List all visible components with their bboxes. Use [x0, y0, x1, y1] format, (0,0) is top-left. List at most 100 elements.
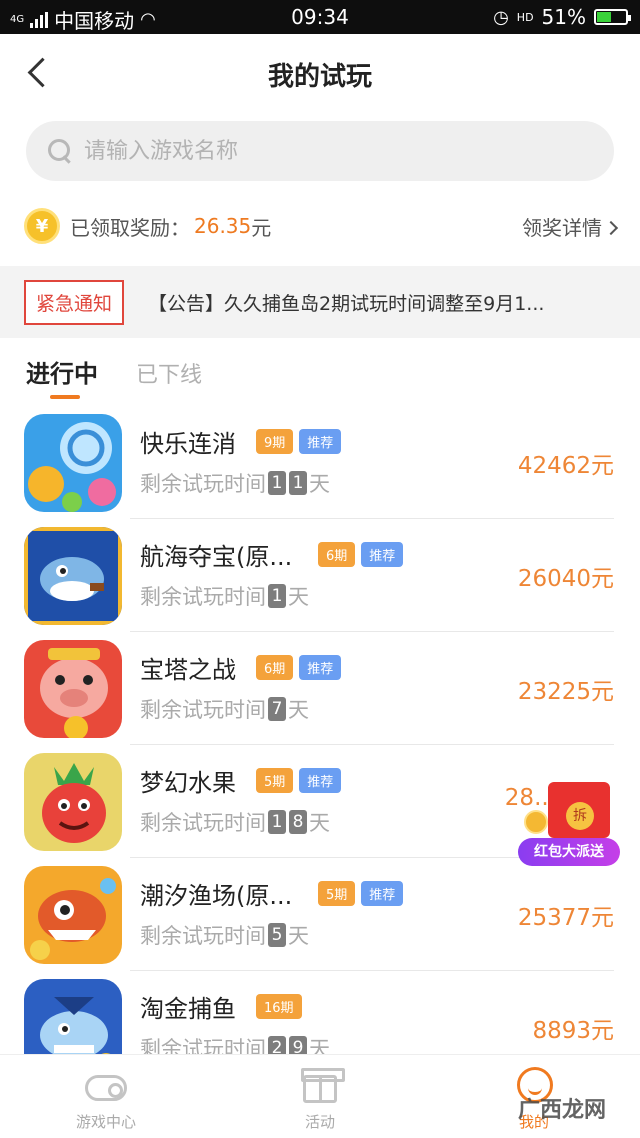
reward-detail-label: 领奖详情 — [522, 215, 602, 240]
recommend-badge: 推荐 — [299, 429, 342, 454]
remaining-days: 7 — [268, 697, 286, 721]
urgent-notice-tag: 紧急通知 — [24, 279, 125, 325]
game-item[interactable]: 航海夺宝(原... 6期 推荐 剩余试玩时间 1 天 26040元 — [0, 519, 640, 632]
reward-label: 已领取奖励： — [70, 215, 190, 240]
game-reward-amount: 25377元 — [517, 905, 614, 931]
remaining-label: 剩余试玩时间 — [140, 698, 266, 722]
gift-icon — [297, 1065, 345, 1105]
day-unit: 天 — [288, 924, 309, 948]
day-unit: 天 — [309, 1037, 330, 1054]
period-badge: 9期 — [256, 429, 294, 454]
game-list: 快乐连消 9期 推荐 剩余试玩时间 1 1 天 42462元 航海夺宝(原...… — [0, 406, 640, 1054]
search-input[interactable] — [84, 138, 564, 164]
gamepad-icon — [83, 1065, 129, 1105]
notice-bar[interactable]: 紧急通知 【公告】久久捕鱼岛2期试玩时间调整至9月1... — [0, 266, 640, 338]
remaining-label: 剩余试玩时间 — [140, 1037, 266, 1054]
notice-text: 【公告】久久捕鱼岛2期试玩时间调整至9月1... — [148, 292, 545, 315]
remaining-time: 剩余试玩时间 1 8 天 — [140, 807, 330, 837]
remaining-label: 剩余试玩时间 — [140, 585, 266, 609]
tab-label: 活动 — [304, 1113, 335, 1131]
remaining-time: 剩余试玩时间 7 天 — [140, 694, 309, 724]
day-digit: 7 — [268, 697, 286, 721]
battery-percent: 51% — [541, 5, 586, 29]
game-badges: 16期 — [256, 994, 302, 1019]
status-bar: 4G 中国移动 ◠ 09:34 ◷ HD 51% — [0, 0, 640, 34]
day-digit: 8 — [289, 810, 307, 834]
remaining-days: 2 9 — [268, 1036, 307, 1054]
day-digit: 9 — [289, 1036, 307, 1054]
game-item[interactable]: 宝塔之战 6期 推荐 剩余试玩时间 7 天 23225元 — [0, 632, 640, 745]
period-badge: 16期 — [256, 994, 302, 1019]
battery-icon — [594, 9, 631, 25]
search-bar[interactable] — [26, 121, 614, 181]
search-icon — [46, 137, 74, 165]
hd-call-label: HD — [516, 10, 534, 24]
day-digit: 5 — [268, 923, 286, 947]
game-name: 航海夺宝(原... — [140, 543, 293, 571]
day-unit: 天 — [288, 585, 309, 609]
game-badges: 5期 推荐 — [318, 881, 404, 906]
tab-offline[interactable]: 已下线 — [136, 357, 202, 389]
game-reward-amount: 23225元 — [517, 679, 614, 705]
status-right: ◷ HD 51% — [493, 5, 631, 29]
tab-in-progress[interactable]: 进行中 — [26, 354, 98, 389]
game-name: 潮汐渔场(原... — [140, 882, 293, 910]
day-digit: 1 — [268, 810, 286, 834]
game-icon — [24, 414, 122, 512]
game-item[interactable]: 淘金捕鱼 16期 剩余试玩时间 2 9 天 8893元 — [0, 971, 640, 1054]
game-icon — [24, 866, 122, 964]
bottom-tab-bar: 游戏中心 活动 我的 广西龙网 — [0, 1054, 640, 1138]
tab-activity[interactable]: 活动 — [260, 1065, 380, 1132]
remaining-label: 剩余试玩时间 — [140, 472, 266, 496]
game-name: 梦幻水果 — [140, 769, 236, 797]
period-badge: 5期 — [318, 881, 356, 906]
remaining-days: 1 8 — [268, 810, 307, 834]
red-packet-seal: 拆 — [566, 802, 594, 830]
game-icon — [24, 640, 122, 738]
period-badge: 6期 — [256, 655, 294, 680]
game-icon — [24, 979, 122, 1054]
reward-unit: 元 — [251, 215, 272, 240]
remaining-time: 剩余试玩时间 1 天 — [140, 581, 309, 611]
remaining-label: 剩余试玩时间 — [140, 924, 266, 948]
game-icon — [24, 527, 122, 625]
day-digit: 1 — [268, 584, 286, 608]
red-packet-float-button[interactable]: 拆 红包大派送 — [518, 780, 622, 870]
remaining-days: 5 — [268, 923, 286, 947]
game-reward-amount: 8893元 — [532, 1018, 614, 1044]
recommend-badge: 推荐 — [361, 542, 404, 567]
alarm-icon: ◷ — [493, 6, 509, 28]
day-digit: 1 — [268, 471, 286, 495]
remaining-time: 剩余试玩时间 1 1 天 — [140, 468, 330, 498]
game-icon — [24, 753, 122, 851]
recommend-badge: 推荐 — [299, 768, 342, 793]
status-tabs: 进行中 已下线 — [24, 350, 424, 406]
recommend-badge: 推荐 — [299, 655, 342, 680]
chevron-right-icon — [603, 220, 619, 235]
game-reward-amount: 26040元 — [517, 566, 614, 592]
remaining-label: 剩余试玩时间 — [140, 811, 266, 835]
game-name: 快乐连消 — [140, 430, 236, 458]
reward-amount: 26.35 — [194, 214, 252, 238]
day-unit: 天 — [309, 472, 330, 496]
day-unit: 天 — [309, 811, 330, 835]
page-title: 我的试玩 — [267, 62, 372, 92]
game-badges: 5期 推荐 — [256, 768, 342, 793]
tab-game-center[interactable]: 游戏中心 — [46, 1065, 166, 1132]
game-badges: 9期 推荐 — [256, 429, 342, 454]
day-unit: 天 — [288, 698, 309, 722]
game-name: 淘金捕鱼 — [140, 995, 236, 1023]
reward-detail-link[interactable]: 领奖详情 — [522, 212, 619, 241]
recommend-badge: 推荐 — [361, 881, 404, 906]
coin-icon — [524, 810, 548, 834]
nav-bar: 我的试玩 — [0, 34, 640, 112]
remaining-days: 1 — [268, 584, 286, 608]
tab-active-indicator — [50, 395, 80, 399]
game-item[interactable]: 潮汐渔场(原... 5期 推荐 剩余试玩时间 5 天 25377元 — [0, 858, 640, 971]
remaining-time: 剩余试玩时间 2 9 天 — [140, 1033, 330, 1054]
remaining-time: 剩余试玩时间 5 天 — [140, 920, 309, 950]
battery-fill — [597, 12, 612, 22]
game-item[interactable]: 快乐连消 9期 推荐 剩余试玩时间 1 1 天 42462元 — [0, 406, 640, 519]
tab-label: 游戏中心 — [75, 1113, 136, 1131]
game-name: 宝塔之战 — [140, 656, 236, 684]
